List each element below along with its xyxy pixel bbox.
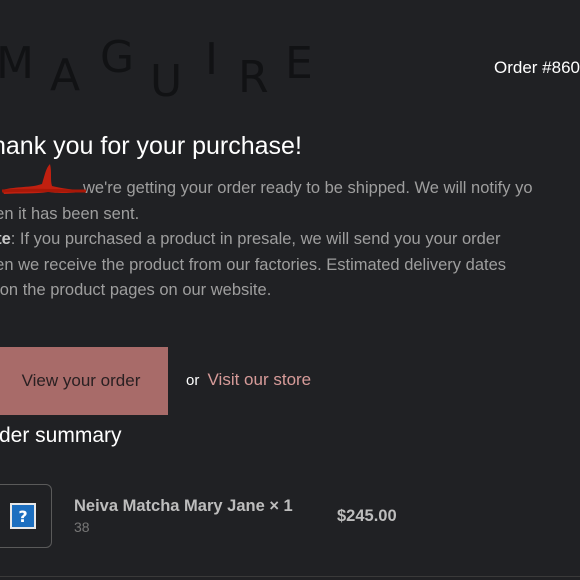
- message-line-4: hen we receive the product from our fact…: [0, 255, 506, 274]
- brand-logo: M A G U I R E: [0, 32, 330, 107]
- logo-letter: U: [150, 56, 183, 107]
- logo-letter: E: [285, 38, 313, 89]
- or-text: or: [186, 372, 200, 389]
- divider: [0, 576, 580, 577]
- logo-letter: I: [205, 34, 218, 85]
- page-title: hank you for your purchase!: [0, 132, 302, 160]
- message-line-5: e on the product pages on our website.: [0, 281, 272, 299]
- order-summary-title: rder summary: [0, 424, 122, 447]
- presale-note: ote: If you purchased a product in presa…: [0, 227, 580, 253]
- product-thumbnail: ?: [0, 484, 52, 548]
- visit-store-link[interactable]: Visit our store: [208, 370, 312, 389]
- product-name[interactable]: Neiva Matcha Mary Jane × 1: [74, 497, 293, 516]
- product-price: $245.00: [337, 507, 397, 525]
- note-label: ote: [0, 230, 11, 248]
- product-variant: 38: [74, 519, 90, 535]
- logo-letter: A: [50, 50, 81, 101]
- logo-letter: G: [100, 32, 135, 83]
- view-order-button[interactable]: View your order: [0, 347, 168, 415]
- redaction-scribble: [1, 164, 87, 194]
- logo-letter: R: [238, 52, 269, 103]
- logo-letter: M: [0, 38, 34, 89]
- missing-image-icon: ?: [10, 503, 36, 529]
- visit-store-line: or Visit our store: [186, 370, 311, 390]
- order-number: Order #860: [494, 58, 580, 77]
